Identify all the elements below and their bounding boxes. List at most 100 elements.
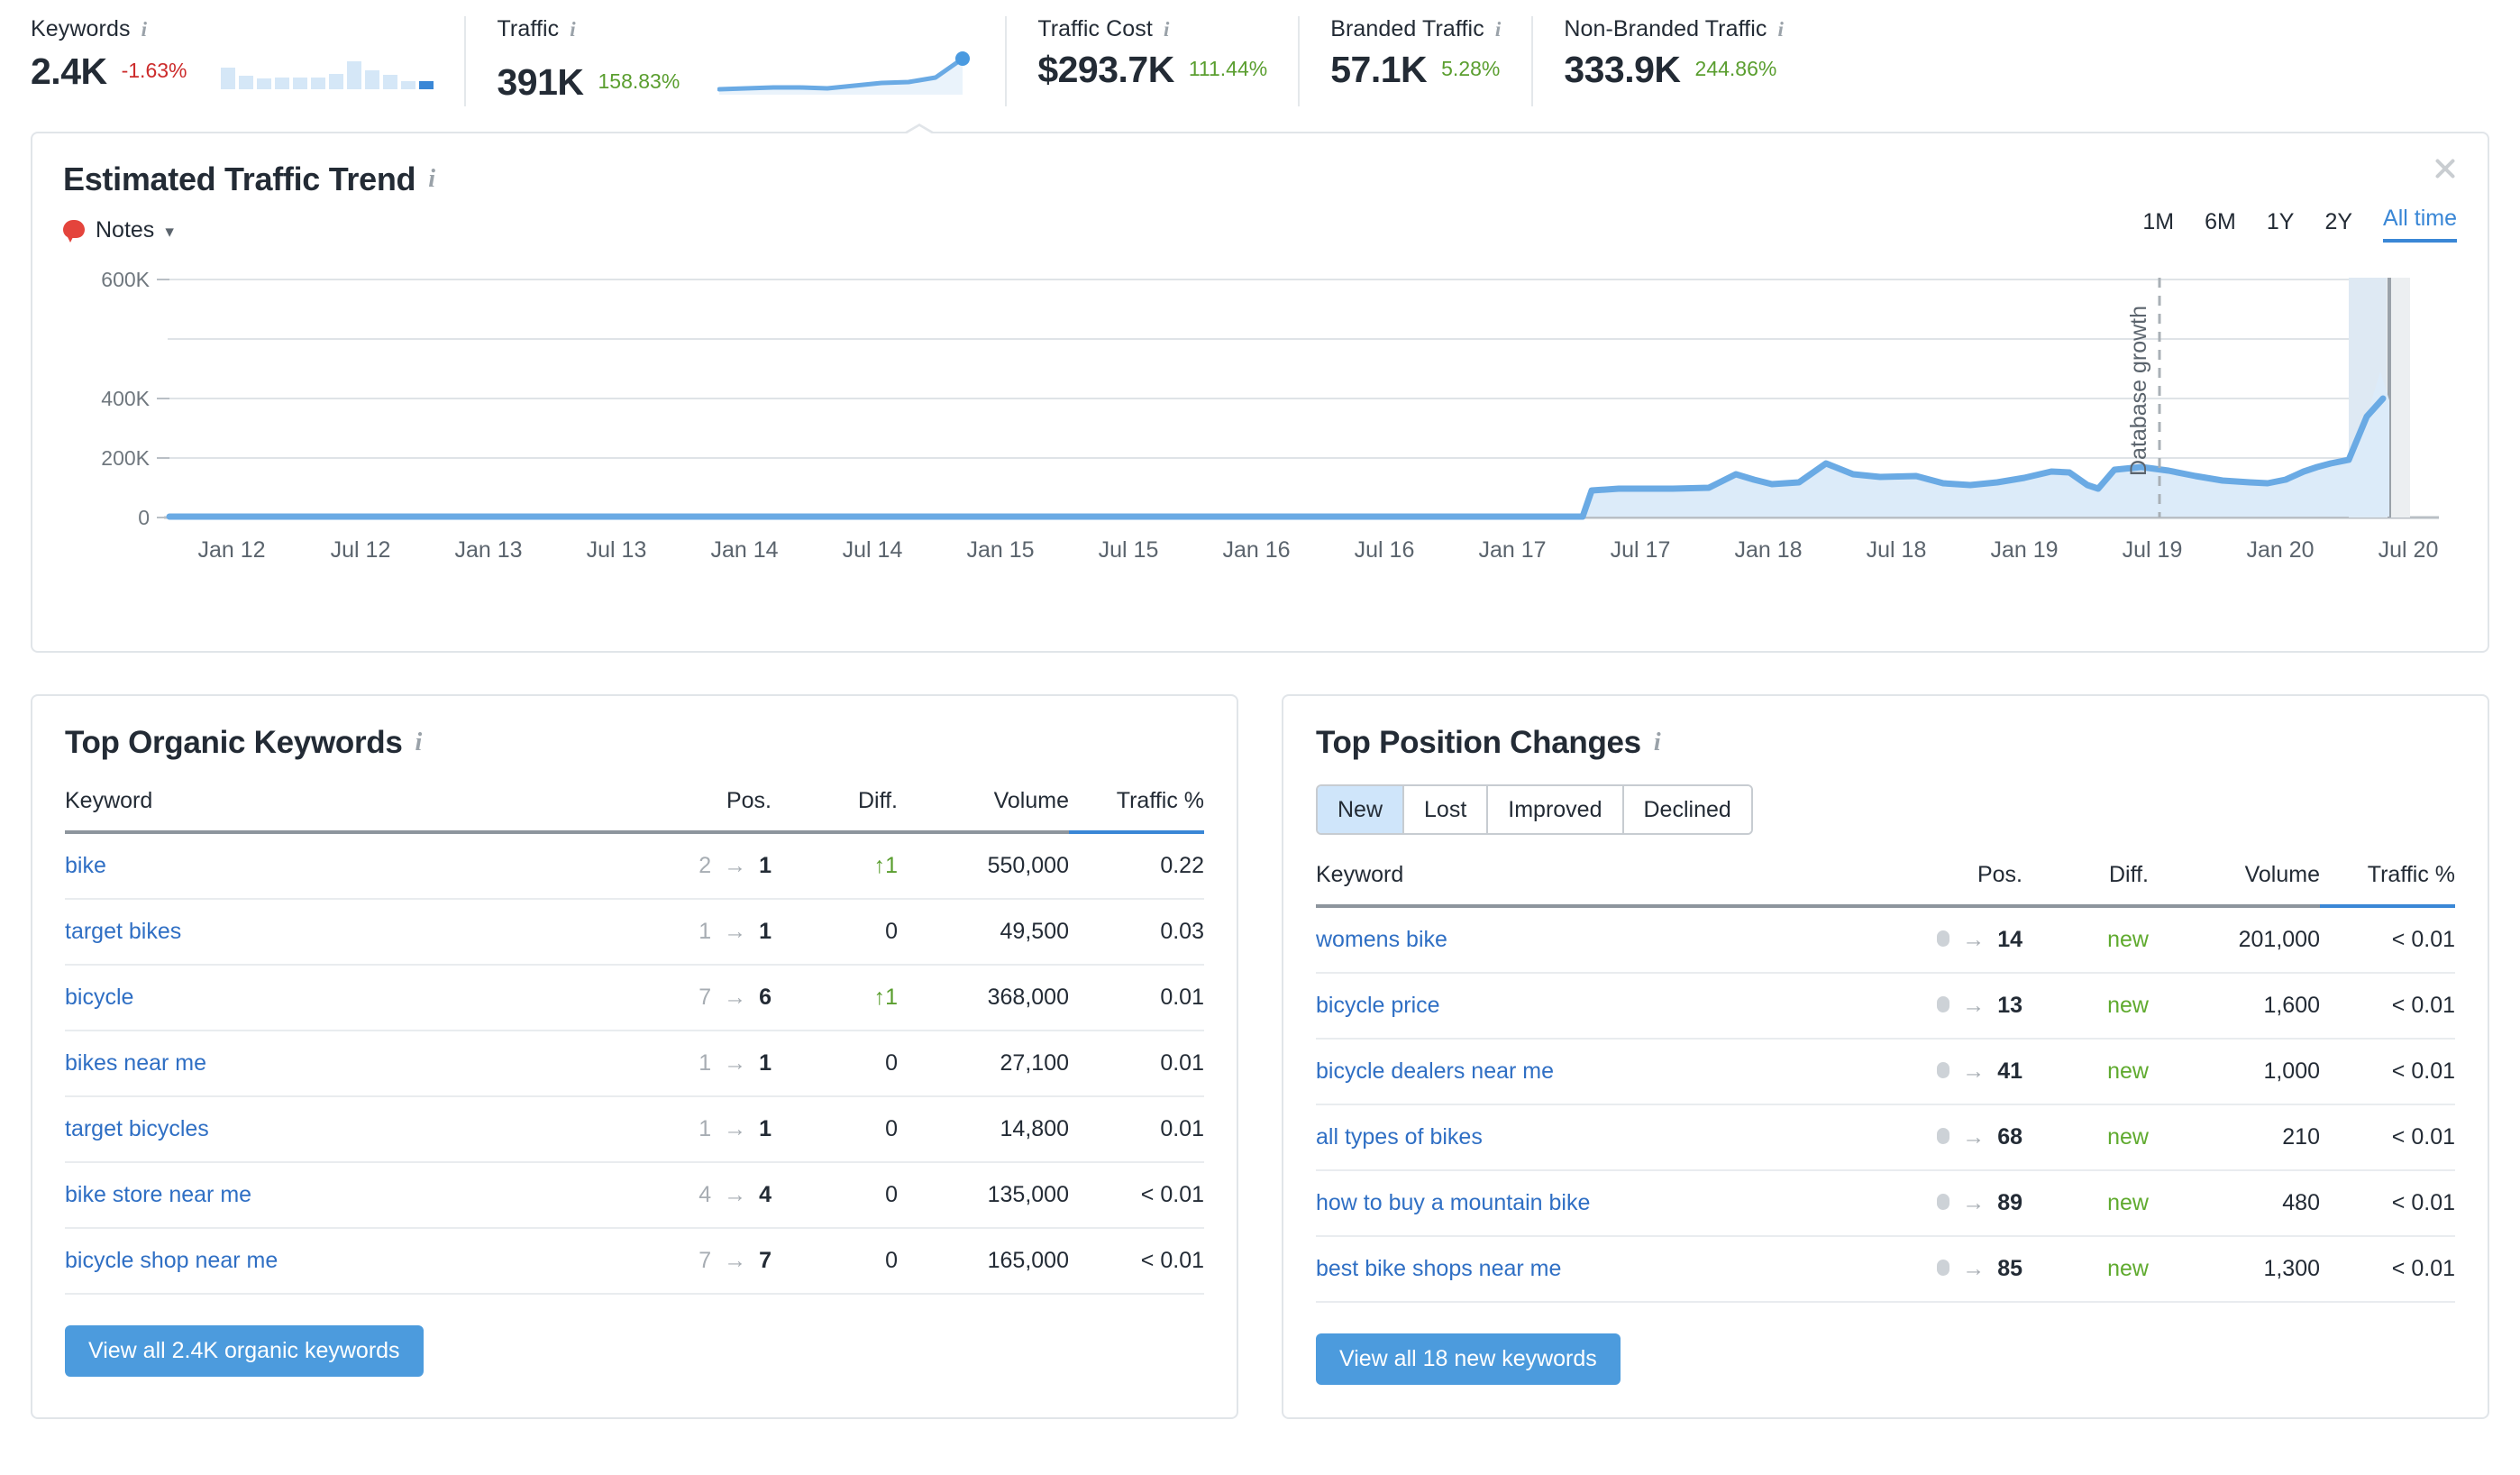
arrow-right-icon: → <box>724 985 747 1010</box>
metric-branded-traffic-label-row: Branded Traffic i <box>1330 16 1501 42</box>
table-row[interactable]: bicycle 7 → 6 ↑1 368,000 0.01 <box>65 965 1204 1031</box>
table-row[interactable]: bicycle shop near me 7 → 7 0 165,000 < 0.0… <box>65 1228 1204 1295</box>
table-row[interactable]: bike 2 → 1 ↑1 550,000 0.22 <box>65 832 1204 900</box>
organic-cell-keyword[interactable]: bike store near me <box>65 1162 600 1229</box>
tab-declined[interactable]: Declined <box>1623 786 1751 833</box>
changes-col-diff[interactable]: Diff. <box>2022 862 2149 906</box>
info-icon[interactable]: i <box>1164 18 1170 41</box>
metric-branded-traffic-value-row: 57.1K 5.28% <box>1330 50 1501 89</box>
organic-cell-keyword[interactable]: bikes near me <box>65 1031 600 1097</box>
organic-col-keyword[interactable]: Keyword <box>65 788 600 832</box>
keyword-link[interactable]: bicycle price <box>1316 993 1440 1018</box>
tab-new[interactable]: New <box>1318 786 1405 833</box>
table-row[interactable]: bicycle price → 13 new 1,600 < 0.01 <box>1316 973 2455 1040</box>
changes-col-pos[interactable]: Pos. <box>1851 862 2022 906</box>
range-tab-6m[interactable]: 6M <box>2205 209 2236 243</box>
position-changes-title-row: Top Position Changes i <box>1316 725 2455 761</box>
tab-lost[interactable]: Lost <box>1404 786 1489 833</box>
arrow-right-icon: → <box>724 853 747 878</box>
keyword-link[interactable]: target bikes <box>65 919 181 944</box>
changes-cell-keyword[interactable]: all types of bikes <box>1316 1104 1851 1171</box>
top-position-changes-panel: Top Position Changes i New Lost Improved… <box>1282 694 2489 1419</box>
keywords-sparkline-bars <box>221 50 434 89</box>
organic-cell-volume: 14,800 <box>898 1096 1069 1163</box>
changes-cell-keyword[interactable]: womens bike <box>1316 906 1851 974</box>
pos-none-icon <box>1937 996 1950 1012</box>
organic-col-diff[interactable]: Diff. <box>772 788 898 832</box>
organic-col-pos[interactable]: Pos. <box>600 788 772 832</box>
info-icon[interactable]: i <box>1654 728 1661 757</box>
y-tick-400k: 400K <box>101 387 150 410</box>
changes-cell-traffic: < 0.01 <box>2320 1104 2455 1171</box>
changes-col-volume[interactable]: Volume <box>2149 862 2320 906</box>
metric-non-branded-traffic-value-row: 333.9K 244.86% <box>1564 50 1784 89</box>
organic-col-traffic[interactable]: Traffic % <box>1069 788 1204 834</box>
organic-header-row: Keyword Pos. Diff. Volume Traffic % <box>65 788 1204 834</box>
keyword-link[interactable]: target bicycles <box>65 1116 209 1141</box>
traffic-trend-chart[interactable]: 600K 400K 200K 0 Database growth Jan 12 … <box>59 263 2461 624</box>
keyword-link[interactable]: bicycle shop near me <box>65 1248 278 1273</box>
x-tick-jan-19: Jan 19 <box>1990 537 2058 563</box>
table-row[interactable]: target bicycles 1 → 1 0 14,800 0.01 <box>65 1096 1204 1163</box>
keyword-link[interactable]: womens bike <box>1316 927 1447 952</box>
metric-non-branded-traffic: Non-Branded Traffic i 333.9K 244.86% <box>1531 16 1814 106</box>
position-changes-table: Keyword Pos. Diff. Volume Traffic % wome… <box>1316 862 2455 1303</box>
changes-cell-keyword[interactable]: bicycle price <box>1316 973 1851 1040</box>
organic-cell-keyword[interactable]: target bicycles <box>65 1096 600 1163</box>
x-tick-jan-12: Jan 12 <box>197 537 265 563</box>
info-icon[interactable]: i <box>142 18 148 41</box>
table-row[interactable]: bicycle dealers near me → 41 new 1,000 < … <box>1316 1039 2455 1105</box>
chart-area-fill <box>169 371 2389 517</box>
keyword-link[interactable]: bike store near me <box>65 1182 251 1207</box>
table-row[interactable]: target bikes 1 → 1 0 49,500 0.03 <box>65 899 1204 966</box>
metric-keywords: Keywords i 2.4K -1.63% <box>0 16 464 106</box>
keyword-link[interactable]: all types of bikes <box>1316 1124 1483 1150</box>
changes-col-traffic[interactable]: Traffic % <box>2320 862 2455 908</box>
organic-cell-keyword[interactable]: bicycle shop near me <box>65 1228 600 1295</box>
info-icon[interactable]: i <box>428 165 435 194</box>
table-row[interactable]: all types of bikes → 68 new 210 < 0.01 <box>1316 1104 2455 1171</box>
table-row[interactable]: bike store near me 4 → 4 0 135,000 < 0.01 <box>65 1162 1204 1229</box>
table-row[interactable]: bikes near me 1 → 1 0 27,100 0.01 <box>65 1031 1204 1097</box>
table-row[interactable]: how to buy a mountain bike → 89 new 480 <… <box>1316 1170 2455 1237</box>
info-icon[interactable]: i <box>570 18 576 41</box>
keyword-link[interactable]: bicycle <box>65 985 133 1010</box>
changes-cell-keyword[interactable]: bicycle dealers near me <box>1316 1039 1851 1105</box>
organic-cell-keyword[interactable]: bike <box>65 832 600 900</box>
organic-cell-keyword[interactable]: bicycle <box>65 965 600 1031</box>
organic-cell-volume: 135,000 <box>898 1162 1069 1229</box>
info-icon[interactable]: i <box>1777 18 1784 41</box>
changes-cell-traffic: < 0.01 <box>2320 1039 2455 1105</box>
range-tab-all-time[interactable]: All time <box>2383 206 2457 243</box>
keyword-link[interactable]: bikes near me <box>65 1050 206 1076</box>
changes-cell-keyword[interactable]: best bike shops near me <box>1316 1236 1851 1303</box>
organic-cell-keyword[interactable]: target bikes <box>65 899 600 966</box>
changes-cell-pos: → 13 <box>1851 973 2022 1040</box>
organic-cell-pos: 1 → 1 <box>600 1096 772 1163</box>
x-tick-jul-17: Jul 17 <box>1611 537 1671 563</box>
keyword-link[interactable]: bike <box>65 853 106 878</box>
keyword-link[interactable]: best bike shops near me <box>1316 1256 1561 1281</box>
organic-col-volume[interactable]: Volume <box>898 788 1069 832</box>
table-row[interactable]: best bike shops near me → 85 new 1,300 < … <box>1316 1236 2455 1303</box>
close-icon[interactable] <box>2430 153 2461 184</box>
range-tab-2y[interactable]: 2Y <box>2324 209 2352 243</box>
pos-from: 2 <box>698 853 712 878</box>
info-icon[interactable]: i <box>415 728 423 757</box>
view-all-organic-keywords-button[interactable]: View all 2.4K organic keywords <box>65 1325 424 1377</box>
changes-col-keyword[interactable]: Keyword <box>1316 862 1851 906</box>
view-all-new-keywords-button[interactable]: View all 18 new keywords <box>1316 1333 1621 1385</box>
tab-improved[interactable]: Improved <box>1488 786 1624 833</box>
x-tick-jul-15: Jul 15 <box>1099 537 1159 563</box>
table-row[interactable]: womens bike → 14 new 201,000 < 0.01 <box>1316 906 2455 974</box>
changes-cell-keyword[interactable]: how to buy a mountain bike <box>1316 1170 1851 1237</box>
metric-keywords-value: 2.4K <box>31 50 107 92</box>
notes-dropdown[interactable]: Notes ▾ <box>63 217 2457 243</box>
range-tab-1y[interactable]: 1Y <box>2267 209 2295 243</box>
metric-traffic-cost-delta: 111.44% <box>1188 57 1268 80</box>
info-icon[interactable]: i <box>1495 18 1502 41</box>
range-tab-1m[interactable]: 1M <box>2142 209 2174 243</box>
keyword-link[interactable]: bicycle dealers near me <box>1316 1058 1554 1084</box>
bottom-panels: Top Organic Keywords i Keyword Pos. Diff… <box>31 694 2489 1419</box>
keyword-link[interactable]: how to buy a mountain bike <box>1316 1190 1590 1215</box>
